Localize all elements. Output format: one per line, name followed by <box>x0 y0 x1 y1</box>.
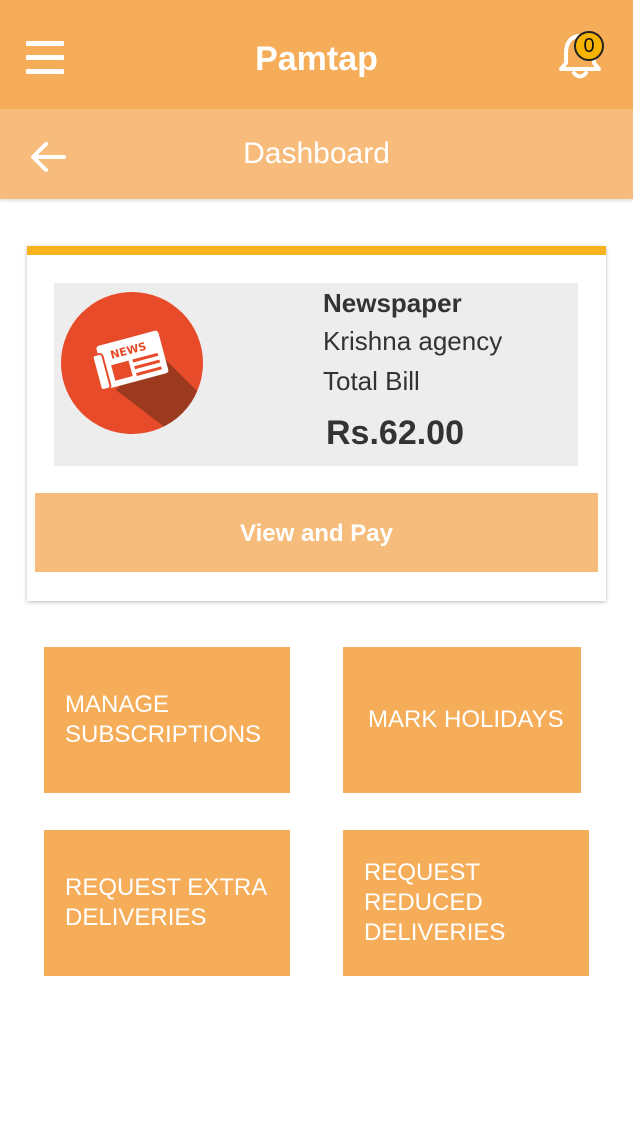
view-and-pay-button[interactable]: View and Pay <box>35 493 598 572</box>
manage-subscriptions-button[interactable]: MANAGE SUBSCRIPTIONS <box>44 647 290 793</box>
page-title: Dashboard <box>243 137 390 170</box>
request-extra-deliveries-label: REQUEST EXTRA DELIVERIES <box>65 874 266 931</box>
request-reduced-deliveries-label: REQUEST REDUCED DELIVERIES <box>364 859 506 946</box>
subscription-category: Newspaper <box>323 288 462 318</box>
app-title: Pamtap <box>255 40 378 78</box>
notification-count-badge: 0 <box>574 31 604 61</box>
mark-holidays-label: MARK HOLIDAYS <box>368 706 564 733</box>
agency-name: Krishna agency <box>323 326 503 356</box>
request-extra-deliveries-button[interactable]: REQUEST EXTRA DELIVERIES <box>44 830 290 976</box>
total-bill-label: Total Bill <box>323 366 420 396</box>
request-reduced-deliveries-button[interactable]: REQUEST REDUCED DELIVERIES <box>343 830 589 976</box>
manage-subscriptions-label: MANAGE SUBSCRIPTIONS <box>65 691 262 748</box>
newspaper-logo-icon: NEWS <box>61 292 203 434</box>
mark-holidays-button[interactable]: MARK HOLIDAYS <box>343 647 581 793</box>
bill-amount: Rs.62.00 <box>326 414 464 452</box>
